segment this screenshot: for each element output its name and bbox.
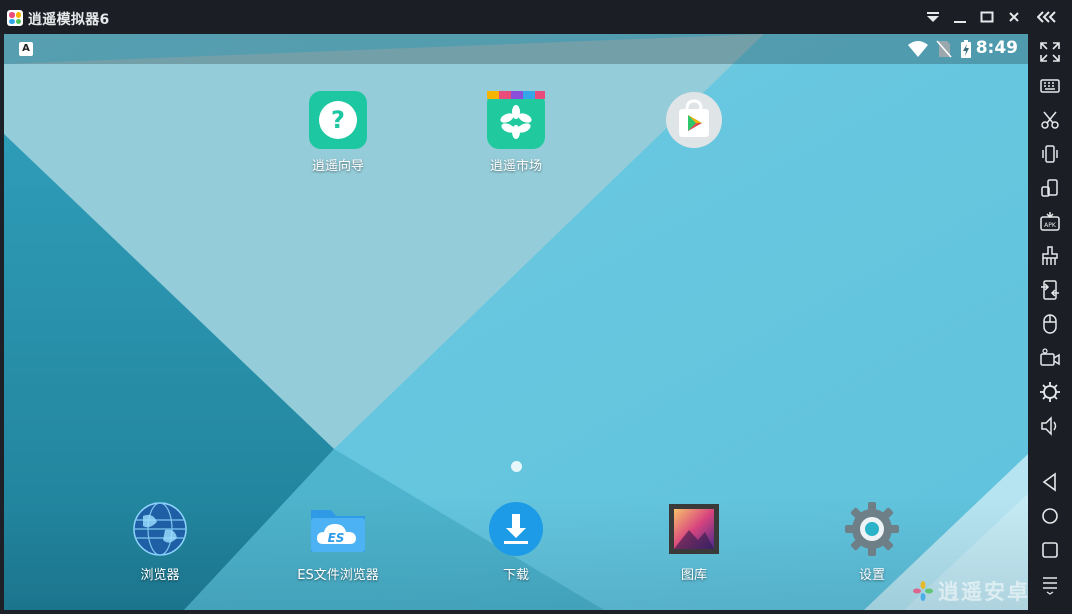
collapse-sidebar-icon[interactable]: [1036, 6, 1058, 28]
wifi-icon: [908, 41, 928, 57]
status-bar: A 8:49: [4, 34, 1028, 64]
question-icon: ?: [309, 91, 367, 149]
battery-charging-icon: [961, 40, 971, 58]
maximize-icon[interactable]: [976, 6, 998, 28]
shared-folder-icon[interactable]: [1036, 276, 1064, 304]
no-sim-icon: [936, 40, 952, 58]
play-store-icon: [665, 91, 723, 149]
app-label: 逍遥市场: [489, 159, 542, 174]
app-es-file-explorer[interactable]: ES ES文件浏览器: [288, 500, 388, 583]
app-xiaoyao-market[interactable]: 逍遥市场: [466, 91, 566, 174]
svg-text:?: ?: [331, 106, 345, 134]
market-icon: [487, 91, 545, 149]
status-time: 8:49: [975, 38, 1018, 58]
notification-a-icon: A: [19, 42, 33, 56]
title-bar: 逍遥模拟器6: [0, 0, 1072, 34]
minimize-icon[interactable]: [949, 6, 971, 28]
scissors-icon[interactable]: [1036, 106, 1064, 134]
svg-text:ES: ES: [328, 531, 345, 545]
gallery-icon: [665, 500, 723, 558]
emulator-window: 逍遥模拟器6 A 8:49 ? 逍遥向导 逍遥市场 浏览器 ES ES文件浏览器…: [0, 0, 1072, 614]
es-file-explorer-icon: ES: [309, 500, 367, 558]
dropdown-menu-icon[interactable]: [922, 6, 944, 28]
menu-icon[interactable]: [1036, 570, 1064, 598]
watermark-logo-icon: [913, 581, 933, 601]
apk-install-icon[interactable]: APK: [1036, 208, 1064, 236]
mouse-icon[interactable]: [1036, 310, 1064, 338]
app-label: 设置: [858, 568, 885, 583]
fullscreen-icon[interactable]: [1036, 38, 1064, 66]
app-logo-icon: [7, 10, 23, 26]
app-browser[interactable]: 浏览器: [110, 500, 210, 583]
app-gallery[interactable]: 图库: [644, 500, 744, 583]
window-title: 逍遥模拟器6: [28, 12, 110, 28]
rotate-icon[interactable]: [1036, 174, 1064, 202]
side-toolbar: APK: [1028, 34, 1072, 614]
download-icon: [487, 500, 545, 558]
clean-icon[interactable]: [1036, 242, 1064, 270]
watermark: 逍遥安卓: [913, 576, 1028, 606]
app-play-store[interactable]: [644, 91, 744, 155]
app-download[interactable]: 下载: [466, 500, 566, 583]
home-icon[interactable]: [1036, 502, 1064, 530]
app-label: 逍遥向导: [311, 159, 364, 174]
volume-icon[interactable]: [1036, 412, 1064, 440]
app-xiaoyao-guide[interactable]: ? 逍遥向导: [288, 91, 388, 174]
recent-apps-icon[interactable]: [1036, 536, 1064, 564]
page-indicator: [511, 461, 522, 472]
globe-icon: [131, 500, 189, 558]
app-label: 图库: [680, 568, 707, 583]
app-label: ES文件浏览器: [297, 568, 379, 583]
settings-gear-icon: [843, 500, 901, 558]
settings-icon[interactable]: [1036, 378, 1064, 406]
app-label: 浏览器: [140, 568, 180, 583]
svg-text:APK: APK: [1044, 222, 1057, 229]
shake-icon[interactable]: [1036, 140, 1064, 168]
back-icon[interactable]: [1036, 468, 1064, 496]
app-label: 下载: [502, 568, 529, 583]
keyboard-icon[interactable]: [1036, 72, 1064, 100]
app-settings[interactable]: 设置: [822, 500, 922, 583]
video-record-icon[interactable]: [1036, 344, 1064, 372]
watermark-text: 逍遥安卓: [938, 580, 1028, 604]
android-screen[interactable]: A 8:49 ? 逍遥向导 逍遥市场 浏览器 ES ES文件浏览器 下载 图库 …: [4, 34, 1028, 610]
close-icon[interactable]: [1003, 6, 1025, 28]
